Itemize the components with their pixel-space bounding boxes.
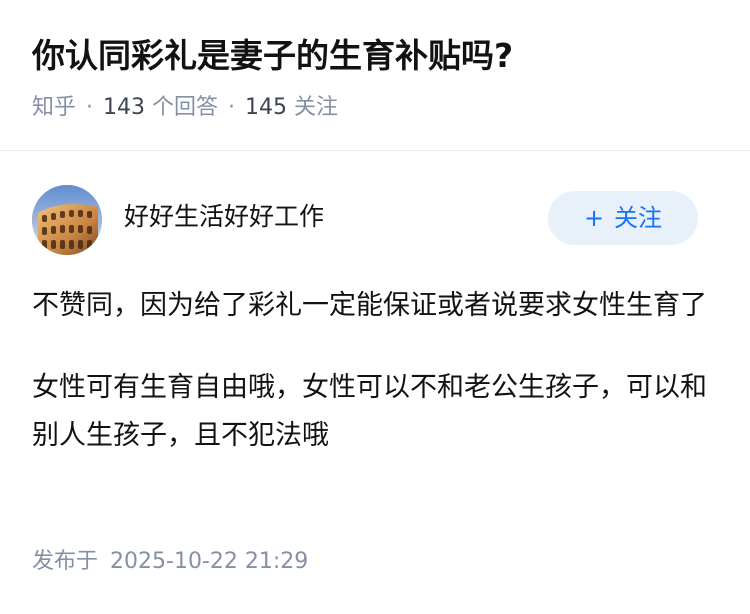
answer-paragraph: 不赞同，因为给了彩礼一定能保证或者说要求女性生育了 [32, 290, 707, 321]
published-label: 发布于 [32, 549, 99, 574]
question-header: 你认同彩礼是妻子的生育补贴吗? 知乎 · 143 个回答 · 145 关注 [32, 28, 722, 124]
question-meta: 知乎 · 143 个回答 · 145 关注 [32, 92, 722, 124]
meta-separator: · [86, 95, 94, 120]
meta-separator: · [228, 95, 236, 120]
answer-body: 不赞同，因为给了彩礼一定能保证或者说要求女性生育了 女性可有生育自由哦，女性可以… [32, 282, 712, 460]
question-title[interactable]: 你认同彩礼是妻子的生育补贴吗? [32, 28, 722, 84]
published-timestamp: 2025-10-22 21:29 [110, 549, 309, 574]
follow-button-label: 关注 [614, 204, 663, 232]
author-row: 好好生活好好工作 + 关注 [32, 185, 698, 257]
header-divider [0, 150, 750, 151]
follow-button[interactable]: + 关注 [548, 191, 698, 245]
answer-count: 143 [103, 95, 146, 120]
colosseum-avatar-icon[interactable] [32, 185, 102, 255]
follower-count-label[interactable]: 关注 [294, 95, 338, 120]
follower-count: 145 [245, 95, 288, 120]
author-name[interactable]: 好好生活好好工作 [124, 199, 324, 235]
answer-paragraph: 女性可有生育自由哦，女性可以不和老公生孩子，可以和别人生孩子，且不犯法哦 [32, 372, 707, 451]
plus-icon: + [583, 204, 605, 232]
answer-count-label[interactable]: 个回答 [152, 95, 218, 120]
source-label[interactable]: 知乎 [32, 95, 76, 120]
publish-time: 发布于 2025-10-22 21:29 [32, 546, 308, 578]
